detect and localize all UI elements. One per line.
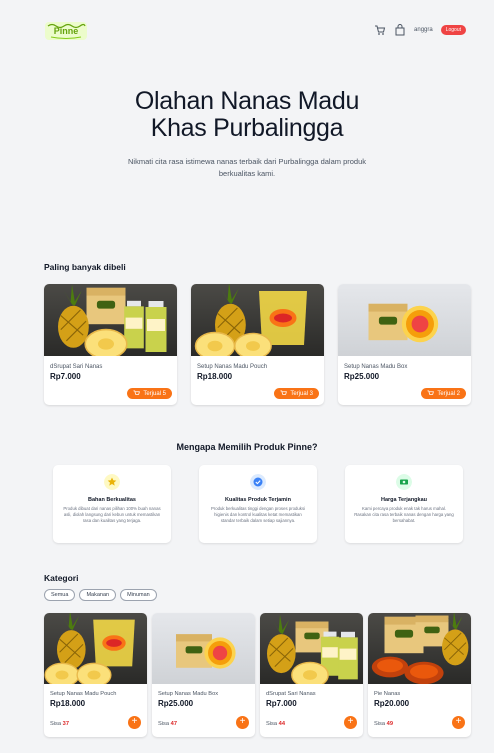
stock-label: Sisa (50, 721, 62, 727)
product-image (338, 284, 471, 356)
nav-actions: anggra Logout (374, 24, 466, 36)
product-price: Rp7.000 (50, 372, 81, 381)
stock-label: Sisa (266, 721, 278, 727)
cart-icon (427, 390, 435, 395)
plus-icon: + (347, 716, 354, 727)
product-image (191, 284, 324, 356)
username[interactable]: anggra (414, 27, 433, 33)
product-price: Rp18.000 (50, 699, 86, 708)
hero: Olahan Nanas Madu Khas Purbalingga Nikma… (0, 88, 494, 180)
sold-count-badge: Terjual 3 (274, 388, 319, 399)
categories-title: Kategori (44, 573, 79, 583)
hero-subtitle: Nikmati cita rasa istimewa nanas terbaik… (127, 157, 367, 178)
feature-card: Kualitas Produk Terjamin Produk berkuali… (199, 465, 317, 543)
best-seller-card[interactable]: Setup Nanas Madu Pouch Rp18.000 Terjual … (191, 284, 324, 405)
product-name: Setup Nanas Madu Box (344, 364, 408, 370)
navbar: Pinne anggra Logout (0, 0, 494, 62)
logout-button[interactable]: Logout (440, 25, 466, 35)
cart-icon (133, 390, 141, 395)
best-sellers-title: Paling banyak dibeli (44, 262, 126, 272)
cart-icon (280, 390, 288, 395)
product-price: Rp18.000 (197, 372, 233, 381)
category-filter: Semua Makanan Minuman (44, 589, 157, 601)
category-chip-minuman[interactable]: Minuman (120, 589, 157, 601)
sold-count-label: Terjual 2 (437, 390, 460, 397)
stock-label: Sisa (374, 721, 386, 727)
product-card[interactable]: dSrupat Sari Nanas Rp7.000 Sisa 44 + (260, 613, 363, 737)
product-name: Pie Nanas (374, 691, 401, 697)
category-chip-makanan[interactable]: Makanan (79, 589, 117, 601)
sold-count-label: Terjual 3 (290, 390, 313, 397)
stock-count: 47 (170, 721, 177, 727)
why-title: Mengapa Memilih Produk Pinne? (176, 442, 318, 452)
check-badge-icon (250, 474, 266, 490)
feature-description: Produk dibuat dari nanas pilihan 100% bu… (63, 506, 161, 523)
product-price: Rp25.000 (344, 372, 380, 381)
stock-count: 44 (278, 721, 285, 727)
product-image (368, 613, 471, 684)
plus-icon: + (239, 716, 246, 727)
plus-icon: + (455, 716, 462, 727)
feature-card: Harga Terjangkau Kami percaya produk ena… (345, 465, 463, 543)
stock-count: 37 (62, 721, 69, 727)
product-image (260, 613, 363, 684)
add-to-cart-button[interactable]: + (128, 716, 141, 729)
add-to-cart-button[interactable]: + (236, 716, 249, 729)
feature-title: Kualitas Produk Terjamin (225, 497, 291, 503)
star-icon (104, 474, 120, 490)
stock-count: 49 (386, 721, 393, 727)
sold-count-badge: Terjual 2 (421, 388, 466, 399)
hero-title-line1: Olahan Nanas Madu (134, 87, 360, 115)
product-card[interactable]: Setup Nanas Madu Pouch Rp18.000 Sisa 37 … (44, 613, 147, 737)
product-name: Setup Nanas Madu Pouch (197, 364, 268, 370)
product-image (44, 613, 147, 684)
stock-info: Sisa 49 (374, 721, 393, 727)
sold-count-badge: Terjual 5 (127, 388, 172, 399)
stock-label: Sisa (158, 721, 170, 727)
svg-text:Pinne: Pinne (54, 26, 79, 36)
feature-card: Bahan Berkualitas Produk dibuat dari nan… (53, 465, 171, 543)
product-image (44, 284, 177, 356)
product-price: Rp20.000 (374, 699, 410, 708)
money-icon (396, 474, 412, 490)
cart-icon[interactable] (374, 24, 386, 36)
add-to-cart-button[interactable]: + (452, 716, 465, 729)
best-seller-card[interactable]: dSrupat Sari Nanas Rp7.000 Terjual 5 (44, 284, 177, 405)
stock-info: Sisa 37 (50, 721, 69, 727)
plus-icon: + (131, 716, 138, 727)
pinne-logo[interactable]: Pinne (45, 22, 87, 40)
best-seller-card[interactable]: Setup Nanas Madu Box Rp25.000 Terjual 2 (338, 284, 471, 405)
feature-description: Kami percaya produk enak tak harus mahal… (354, 506, 454, 523)
feature-description: Produk berkualitas tinggi dengan proses … (210, 506, 306, 523)
category-chip-semua[interactable]: Semua (44, 589, 76, 601)
product-name: Setup Nanas Madu Box (158, 691, 219, 697)
product-card[interactable]: Pie Nanas Rp20.000 Sisa 49 + (368, 613, 471, 737)
hero-title: Olahan Nanas Madu Khas Purbalingga (0, 88, 494, 142)
sold-count-label: Terjual 5 (143, 390, 166, 397)
feature-title: Harga Terjangkau (380, 497, 428, 503)
hero-title-line2: Khas Purbalingga (150, 114, 344, 142)
product-name: dSrupat Sari Nanas (50, 364, 103, 370)
product-name: dSrupat Sari Nanas (266, 691, 316, 697)
product-image (152, 613, 255, 684)
product-card[interactable]: Setup Nanas Madu Box Rp25.000 Sisa 47 + (152, 613, 255, 737)
product-name: Setup Nanas Madu Pouch (50, 691, 117, 697)
stock-info: Sisa 44 (266, 721, 285, 727)
add-to-cart-button[interactable]: + (344, 716, 357, 729)
product-price: Rp25.000 (158, 699, 194, 708)
product-price: Rp7.000 (266, 699, 297, 708)
feature-title: Bahan Berkualitas (88, 497, 136, 503)
stock-info: Sisa 47 (158, 721, 177, 727)
shopping-bag-icon[interactable] (394, 24, 406, 36)
